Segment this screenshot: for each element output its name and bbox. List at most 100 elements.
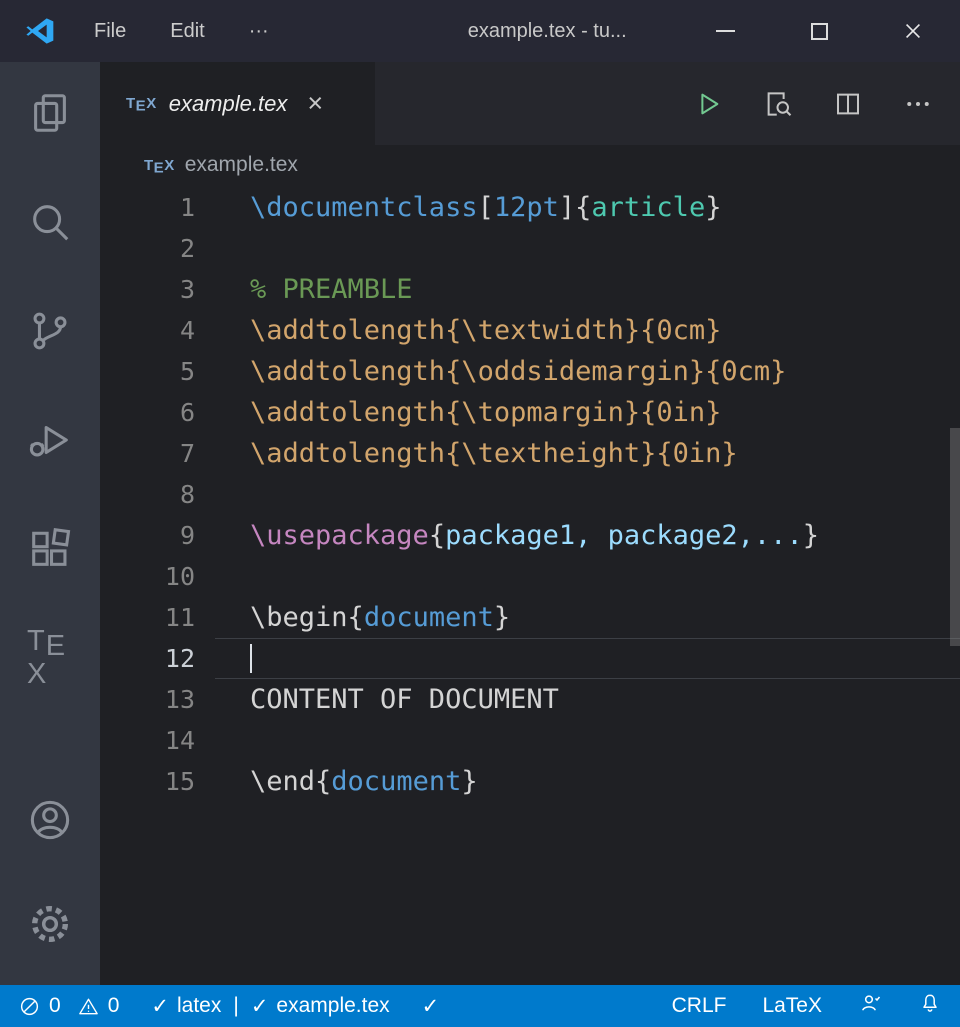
code-text: \addtolength{\oddsidemargin}{0cm}	[195, 351, 786, 392]
run-latex-button[interactable]	[692, 88, 724, 120]
play-icon	[693, 89, 723, 119]
code-line-14[interactable]: 14	[100, 720, 960, 761]
activitybar-tex[interactable]: TEX	[27, 635, 73, 681]
notifications-button[interactable]	[918, 991, 942, 1021]
line-number: 1	[100, 187, 195, 228]
minimize-button[interactable]	[678, 0, 772, 62]
code-line-6[interactable]: 6\addtolength{\topmargin}{0in}	[100, 392, 960, 433]
activitybar-explorer[interactable]	[27, 90, 73, 136]
activitybar-run-debug[interactable]	[27, 417, 73, 463]
code-text	[195, 474, 250, 515]
bell-icon	[918, 991, 942, 1015]
activitybar-accounts[interactable]	[27, 797, 73, 843]
view-pdf-button[interactable]	[762, 88, 794, 120]
eol-indicator[interactable]: CRLF	[672, 994, 727, 1018]
compile-status[interactable]: ✓	[422, 994, 440, 1018]
file-label: example.tex	[276, 994, 389, 1018]
ellipsis-icon	[903, 89, 933, 119]
search-icon	[27, 199, 73, 245]
menu-more[interactable]: ···	[249, 20, 269, 43]
person-icon	[858, 991, 882, 1015]
line-number: 3	[100, 269, 195, 310]
breadcrumb-item[interactable]: example.tex	[185, 153, 298, 177]
code-text: \documentclass[12pt]{article}	[195, 187, 721, 228]
window-title: example.tex - tu...	[468, 20, 627, 43]
code-text: % PREAMBLE	[195, 269, 413, 310]
run-debug-icon	[27, 417, 73, 463]
code-line-11[interactable]: 11\begin{document}	[100, 597, 960, 638]
code-text: \addtolength{\topmargin}{0in}	[195, 392, 721, 433]
problems-indicator[interactable]: 0 0	[18, 994, 119, 1018]
editor-actions	[692, 62, 960, 145]
close-button[interactable]	[866, 0, 960, 62]
activitybar-search[interactable]	[27, 199, 73, 245]
line-number: 8	[100, 474, 195, 515]
error-count: 0	[49, 994, 61, 1018]
code-line-7[interactable]: 7\addtolength{\textheight}{0in}	[100, 433, 960, 474]
minimize-icon	[716, 30, 735, 32]
explorer-icon	[27, 90, 73, 136]
code-line-12[interactable]: 12	[100, 638, 960, 679]
code-text: CONTENT OF DOCUMENT	[195, 679, 559, 720]
activitybar-extensions[interactable]	[27, 526, 73, 572]
source-control-icon	[27, 308, 73, 354]
code-text: \begin{document}	[195, 597, 510, 638]
extensions-icon	[27, 526, 73, 572]
warning-count: 0	[108, 994, 120, 1018]
tex-file-icon: TEX	[126, 95, 157, 112]
code-text	[195, 638, 252, 679]
vscode-window: File Edit ··· example.tex - tu...	[0, 0, 960, 1027]
menu-file[interactable]: File	[94, 20, 126, 43]
account-icon	[27, 797, 73, 843]
code-line-15[interactable]: 15\end{document}	[100, 761, 960, 802]
code-line-10[interactable]: 10	[100, 556, 960, 597]
preview-icon	[763, 89, 793, 119]
latex-linter-status[interactable]: ✓ latex | ✓ example.tex	[151, 994, 389, 1018]
statusbar: 0 0 ✓ latex | ✓ example.tex ✓ CRLF L	[0, 985, 960, 1027]
breadcrumb[interactable]: TEX example.tex	[100, 145, 960, 185]
tex-icon: TEX	[27, 625, 73, 691]
code-editor[interactable]: 1\documentclass[12pt]{article}23% PREAMB…	[100, 185, 960, 802]
activitybar-settings[interactable]	[27, 901, 73, 947]
line-number: 14	[100, 720, 195, 761]
vscode-logo-icon	[24, 15, 56, 47]
code-text: \end{document}	[195, 761, 478, 802]
language-indicator[interactable]: LaTeX	[762, 994, 822, 1018]
code-line-5[interactable]: 5\addtolength{\oddsidemargin}{0cm}	[100, 351, 960, 392]
code-text: \addtolength{\textwidth}{0cm}	[195, 310, 721, 351]
line-number: 7	[100, 433, 195, 474]
code-line-2[interactable]: 2	[100, 228, 960, 269]
code-line-4[interactable]: 4\addtolength{\textwidth}{0cm}	[100, 310, 960, 351]
code-line-13[interactable]: 13CONTENT OF DOCUMENT	[100, 679, 960, 720]
tab-example-tex[interactable]: TEX example.tex ×	[100, 62, 375, 145]
linter-label: latex	[177, 994, 221, 1018]
line-number: 12	[100, 638, 195, 679]
check-icon: ✓	[251, 994, 269, 1018]
code-line-8[interactable]: 8	[100, 474, 960, 515]
line-number: 2	[100, 228, 195, 269]
menu-edit[interactable]: Edit	[170, 20, 204, 43]
account-status-button[interactable]	[858, 991, 882, 1021]
code-text	[195, 556, 250, 597]
line-number: 15	[100, 761, 195, 802]
maximize-button[interactable]	[772, 0, 866, 62]
split-editor-icon	[833, 89, 863, 119]
activitybar-source-control[interactable]	[27, 308, 73, 354]
code-line-1[interactable]: 1\documentclass[12pt]{article}	[100, 187, 960, 228]
tab-label: example.tex	[169, 91, 288, 117]
more-actions-button[interactable]	[902, 88, 934, 120]
text-cursor	[250, 644, 252, 673]
split-editor-button[interactable]	[832, 88, 864, 120]
line-number: 6	[100, 392, 195, 433]
activitybar: TEX	[0, 62, 100, 985]
tabbar: TEX example.tex ×	[100, 62, 960, 145]
code-line-9[interactable]: 9\usepackage{package1, package2,...}	[100, 515, 960, 556]
line-number: 4	[100, 310, 195, 351]
scrollbar[interactable]	[950, 428, 960, 646]
line-number: 11	[100, 597, 195, 638]
tab-close-icon[interactable]: ×	[307, 90, 323, 117]
check-icon: ✓	[151, 994, 169, 1018]
code-line-3[interactable]: 3% PREAMBLE	[100, 269, 960, 310]
separator: |	[233, 994, 238, 1018]
tex-file-icon: TEX	[144, 157, 175, 174]
